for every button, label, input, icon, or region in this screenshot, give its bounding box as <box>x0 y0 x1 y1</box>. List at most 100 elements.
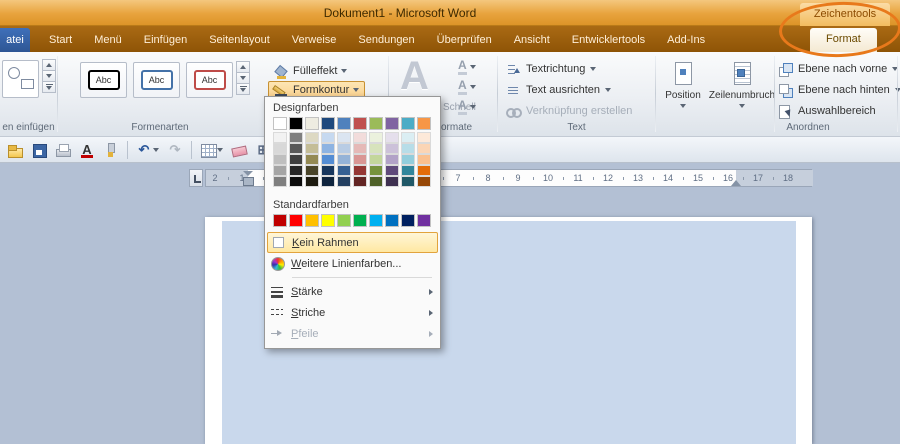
color-swatch[interactable] <box>273 132 287 143</box>
color-swatch[interactable] <box>289 117 303 130</box>
tab-überprüfen[interactable]: Überprüfen <box>426 28 503 52</box>
tab-format[interactable]: Format <box>810 28 877 52</box>
tab-ansicht[interactable]: Ansicht <box>503 28 561 52</box>
color-swatch[interactable] <box>353 143 367 154</box>
color-swatch[interactable] <box>337 132 351 143</box>
color-swatch[interactable] <box>289 176 303 187</box>
gallery-more-button[interactable] <box>236 83 250 95</box>
tab-sendungen[interactable]: Sendungen <box>347 28 425 52</box>
tab-seitenlayout[interactable]: Seitenlayout <box>198 28 281 52</box>
arrange-auswahlbereich[interactable]: Auswahlbereich <box>778 102 876 120</box>
left-indent-marker[interactable] <box>243 171 253 186</box>
shape-style-1[interactable]: Abc <box>80 62 127 98</box>
shape-fill-button[interactable]: Fülleffekt <box>268 62 353 80</box>
text-text-ausrichten[interactable]: Text ausrichten <box>506 81 611 99</box>
color-swatch[interactable] <box>305 117 319 130</box>
color-swatch[interactable] <box>289 132 303 143</box>
menu-item-weitere-linienfarben[interactable]: Weitere Linienfarben... <box>265 253 440 274</box>
color-swatch[interactable] <box>321 214 335 227</box>
tab-menü[interactable]: Menü <box>83 28 133 52</box>
color-swatch[interactable] <box>321 117 335 130</box>
menu-item-kein-rahmen[interactable]: Kein Rahmen <box>267 232 438 253</box>
color-swatch[interactable] <box>337 143 351 154</box>
font-color-button[interactable]: A <box>76 139 98 161</box>
insert-table-button[interactable] <box>197 139 226 161</box>
shapes-gallery-partial[interactable] <box>2 60 39 98</box>
shape-style-2[interactable]: Abc <box>133 62 180 98</box>
zeilenumbruch-button[interactable]: Zeilenumbruch <box>708 56 776 122</box>
color-swatch[interactable] <box>273 214 287 227</box>
color-swatch[interactable] <box>369 117 383 130</box>
color-swatch[interactable] <box>353 176 367 187</box>
color-swatch[interactable] <box>337 176 351 187</box>
color-swatch[interactable] <box>353 117 367 130</box>
color-swatch[interactable] <box>417 143 431 154</box>
color-swatch[interactable] <box>417 154 431 165</box>
color-swatch[interactable] <box>353 165 367 176</box>
color-swatch[interactable] <box>273 176 287 187</box>
menu-item-pfeile[interactable]: Pfeile <box>265 323 440 344</box>
color-swatch[interactable] <box>385 214 399 227</box>
color-swatch[interactable] <box>305 165 319 176</box>
color-swatch[interactable] <box>385 132 399 143</box>
color-swatch[interactable] <box>401 165 415 176</box>
arrange-ebene-nach-vorne[interactable]: Ebene nach vorne <box>778 60 898 78</box>
print-preview-button[interactable] <box>52 139 74 161</box>
redo-button[interactable]: ↷ <box>164 139 186 161</box>
color-swatch[interactable] <box>401 143 415 154</box>
right-indent-marker[interactable] <box>731 179 741 186</box>
arrange-ebene-nach-hinten[interactable]: Ebene nach hinten <box>778 81 900 99</box>
color-swatch[interactable] <box>417 176 431 187</box>
save-button[interactable] <box>28 139 50 161</box>
color-swatch[interactable] <box>321 154 335 165</box>
color-swatch[interactable] <box>369 154 383 165</box>
tab-add-ins[interactable]: Add-Ins <box>656 28 716 52</box>
text-effects-button[interactable]: A <box>458 98 476 116</box>
color-swatch[interactable] <box>305 214 319 227</box>
tab-start[interactable]: Start <box>38 28 83 52</box>
open-folder-button[interactable] <box>4 139 26 161</box>
tab-entwicklertools[interactable]: Entwicklertools <box>561 28 656 52</box>
color-swatch[interactable] <box>321 143 335 154</box>
color-swatch[interactable] <box>401 214 415 227</box>
color-swatch[interactable] <box>417 165 431 176</box>
menu-item-stärke[interactable]: Stärke <box>265 281 440 302</box>
format-painter-button[interactable] <box>100 139 122 161</box>
color-swatch[interactable] <box>353 132 367 143</box>
color-swatch[interactable] <box>385 154 399 165</box>
color-swatch[interactable] <box>337 117 351 130</box>
shape-style-3[interactable]: Abc <box>186 62 233 98</box>
color-swatch[interactable] <box>369 165 383 176</box>
color-swatch[interactable] <box>305 132 319 143</box>
color-swatch[interactable] <box>385 117 399 130</box>
color-swatch[interactable] <box>417 214 431 227</box>
gallery-more-button[interactable] <box>42 81 56 93</box>
text-fill-button[interactable]: A <box>458 58 476 76</box>
color-swatch[interactable] <box>289 165 303 176</box>
tab-stop-selector[interactable] <box>189 169 203 187</box>
color-swatch[interactable] <box>289 143 303 154</box>
color-swatch[interactable] <box>417 117 431 130</box>
color-swatch[interactable] <box>401 154 415 165</box>
color-swatch[interactable] <box>369 132 383 143</box>
color-swatch[interactable] <box>289 214 303 227</box>
color-swatch[interactable] <box>305 143 319 154</box>
tab-datei[interactable]: atei <box>0 28 30 52</box>
color-swatch[interactable] <box>337 165 351 176</box>
position-button[interactable]: Position <box>660 56 706 122</box>
color-swatch[interactable] <box>353 154 367 165</box>
undo-button[interactable]: ↶ <box>133 139 162 161</box>
color-swatch[interactable] <box>353 214 367 227</box>
color-swatch[interactable] <box>337 154 351 165</box>
tab-einfügen[interactable]: Einfügen <box>133 28 198 52</box>
text-verknüpfung-erstellen[interactable]: Verknüpfung erstellen <box>506 102 632 120</box>
color-swatch[interactable] <box>273 154 287 165</box>
color-swatch[interactable] <box>321 176 335 187</box>
color-swatch[interactable] <box>321 165 335 176</box>
color-swatch[interactable] <box>369 176 383 187</box>
color-swatch[interactable] <box>321 132 335 143</box>
eraser-button[interactable] <box>228 139 250 161</box>
color-swatch[interactable] <box>417 132 431 143</box>
color-swatch[interactable] <box>305 176 319 187</box>
color-swatch[interactable] <box>369 143 383 154</box>
